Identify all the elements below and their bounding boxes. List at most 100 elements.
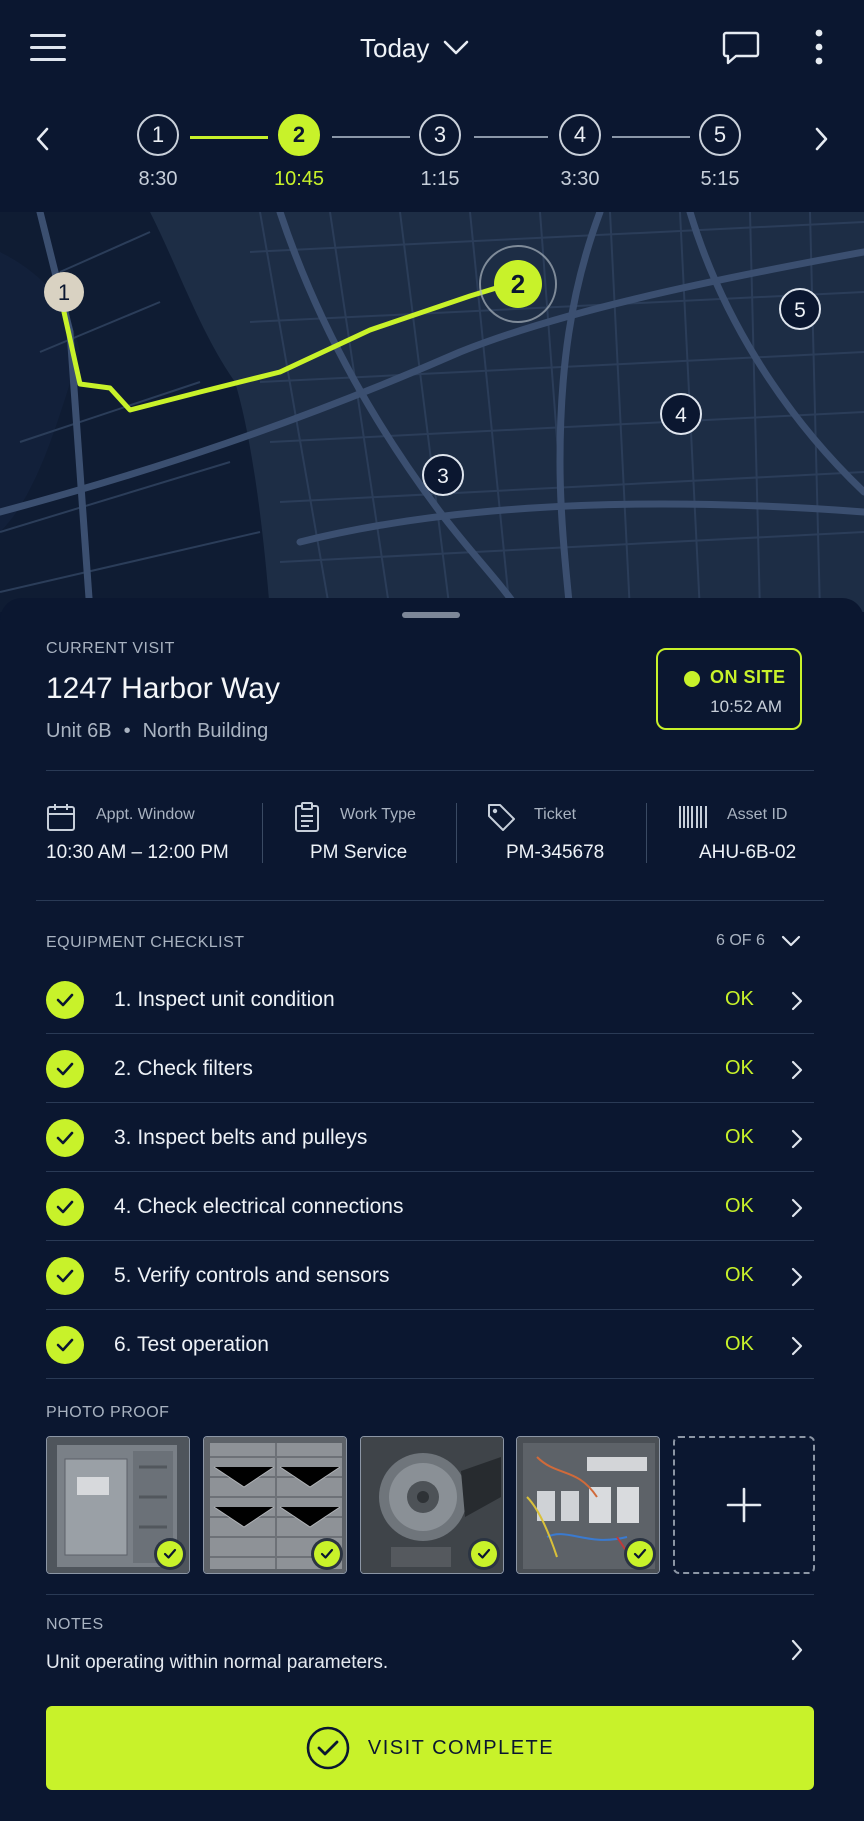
add-photo-button[interactable] — [673, 1436, 815, 1574]
column-separator — [262, 803, 263, 863]
plus-icon — [726, 1487, 762, 1523]
asset-id-info: Asset ID AHU-6B-02 — [678, 802, 818, 872]
hamburger-menu-icon[interactable] — [30, 32, 66, 62]
photo-verified-icon — [471, 1541, 497, 1567]
checklist-item-6[interactable]: 6. Test operation OK — [46, 1311, 814, 1379]
subtitle-separator: • — [123, 720, 131, 742]
chevron-down-icon — [781, 935, 801, 947]
stop-time: 1:15 — [420, 168, 460, 190]
appt-window-info: Appt. Window 10:30 AM – 12:00 PM — [46, 802, 266, 872]
checkmark-icon — [46, 1188, 84, 1226]
chevron-down-icon — [444, 40, 469, 55]
appt-window-label: Appt. Window — [96, 806, 195, 823]
chat-bubble-icon[interactable] — [722, 30, 760, 71]
visit-complete-button[interactable]: VISIT COMPLETE — [46, 1706, 814, 1790]
route-map[interactable]: 1 2 3 4 5 — [0, 212, 864, 612]
photo-thumbnail-belt-pulley[interactable] — [360, 1436, 504, 1574]
checklist-item-3[interactable]: 3. Inspect belts and pulleys OK — [46, 1104, 814, 1172]
timeline-stop-5[interactable]: 5 5:15 — [698, 114, 742, 191]
divider — [36, 900, 824, 901]
asset-id-label: Asset ID — [727, 806, 788, 823]
stop-number: 3 — [419, 114, 461, 156]
date-label: Today — [360, 32, 430, 63]
photo-thumbnail-electrical-panel[interactable] — [516, 1436, 660, 1574]
clipboard-icon — [295, 802, 319, 832]
stop-number: 2 — [278, 114, 320, 156]
visit-unit: Unit 6B — [46, 720, 112, 742]
checklist-item-2[interactable]: 2. Check filters OK — [46, 1035, 814, 1103]
checklist-item-status: OK — [725, 1264, 754, 1286]
chevron-right-icon — [791, 991, 803, 1011]
timeline-stop-2[interactable]: 2 10:45 — [274, 114, 324, 191]
stop-number: 5 — [699, 114, 741, 156]
map-marker-5[interactable]: 5 — [779, 288, 821, 330]
checklist-item-status: OK — [725, 1333, 754, 1355]
timeline-stop-1[interactable]: 1 8:30 — [136, 114, 180, 191]
stop-number: 1 — [137, 114, 179, 156]
asset-id-value: AHU-6B-02 — [699, 842, 797, 863]
checklist-count: 6 OF 6 — [716, 932, 765, 949]
more-vertical-icon[interactable] — [812, 28, 826, 71]
checkmark-icon — [46, 1119, 84, 1157]
timeline-stop-3[interactable]: 3 1:15 — [418, 114, 462, 191]
ticket-info: Ticket PM-345678 — [486, 802, 646, 872]
photo-thumbnail-unit-panel[interactable] — [46, 1436, 190, 1574]
chevron-right-icon — [791, 1336, 803, 1356]
chevron-right-icon — [791, 1267, 803, 1287]
column-separator — [646, 803, 647, 863]
appt-window-value: 10:30 AM – 12:00 PM — [46, 842, 229, 863]
checkmark-icon — [46, 1050, 84, 1088]
photo-verified-icon — [314, 1541, 340, 1567]
tag-icon — [488, 804, 515, 831]
timeline-next-icon[interactable] — [806, 124, 836, 154]
checklist-item-4[interactable]: 4. Check electrical connections OK — [46, 1173, 814, 1241]
map-marker-2-label: 2 — [511, 269, 525, 299]
barcode-icon — [679, 806, 707, 828]
route-timeline: 1 8:30 2 10:45 3 1:15 4 3:30 5 5:15 — [0, 110, 864, 200]
date-selector[interactable]: Today — [360, 28, 469, 68]
checklist-item-status: OK — [725, 988, 754, 1010]
chevron-right-icon[interactable] — [790, 1638, 804, 1667]
map-marker-4[interactable]: 4 — [660, 393, 702, 435]
checklist-title: EQUIPMENT CHECKLIST — [46, 934, 245, 951]
visit-subtitle: Unit 6B • North Building — [46, 720, 268, 743]
map-marker-1[interactable]: 1 — [44, 272, 84, 312]
chevron-right-icon — [791, 1198, 803, 1218]
status-dot-icon — [684, 671, 700, 687]
photo-proof-title: PHOTO PROOF — [46, 1404, 170, 1421]
current-visit-label: CURRENT VISIT — [46, 640, 175, 657]
column-separator — [456, 803, 457, 863]
checkmark-icon — [46, 981, 84, 1019]
work-type-value: PM Service — [310, 842, 408, 863]
status-text: ON SITE — [710, 667, 786, 687]
stop-number: 4 — [559, 114, 601, 156]
calendar-icon — [47, 804, 75, 831]
stop-time: 3:30 — [560, 168, 600, 190]
notes-title: NOTES — [46, 1616, 104, 1633]
timeline-prev-icon[interactable] — [28, 124, 58, 154]
notes-text[interactable]: Unit operating within normal parameters. — [46, 1652, 388, 1674]
checklist-item-text: 4. Check electrical connections — [114, 1195, 404, 1218]
visit-complete-label: VISIT COMPLETE — [367, 1736, 555, 1759]
photo-thumbnail-filter[interactable] — [203, 1436, 347, 1574]
ticket-value: PM-345678 — [506, 842, 605, 863]
checklist-item-1[interactable]: 1. Inspect unit condition OK — [46, 966, 814, 1034]
divider — [46, 770, 814, 771]
top-bar: Today 1 8:30 2 10:45 3 1:15 4 3:30 5 5:1… — [0, 0, 864, 212]
map-marker-3-label: 3 — [437, 465, 449, 488]
stop-time: 10:45 — [273, 168, 325, 190]
on-site-status-badge: ON SITE 10:52 AM — [656, 648, 802, 730]
divider — [46, 1594, 814, 1595]
checklist-collapse-toggle[interactable]: 6 OF 6 — [716, 932, 801, 950]
photo-verified-icon — [627, 1541, 653, 1567]
checklist-item-text: 2. Check filters — [114, 1057, 253, 1080]
visit-details-sheet: CURRENT VISIT 1247 Harbor Way Unit 6B • … — [0, 598, 864, 1821]
map-marker-3[interactable]: 3 — [422, 454, 464, 496]
map-marker-1-label: 1 — [58, 280, 70, 305]
timeline-stop-4[interactable]: 4 3:30 — [558, 114, 602, 191]
photo-verified-icon — [157, 1541, 183, 1567]
sheet-drag-handle[interactable] — [402, 612, 460, 618]
work-type-label: Work Type — [340, 806, 416, 823]
checklist-item-text: 3. Inspect belts and pulleys — [114, 1126, 368, 1149]
checklist-item-5[interactable]: 5. Verify controls and sensors OK — [46, 1242, 814, 1310]
